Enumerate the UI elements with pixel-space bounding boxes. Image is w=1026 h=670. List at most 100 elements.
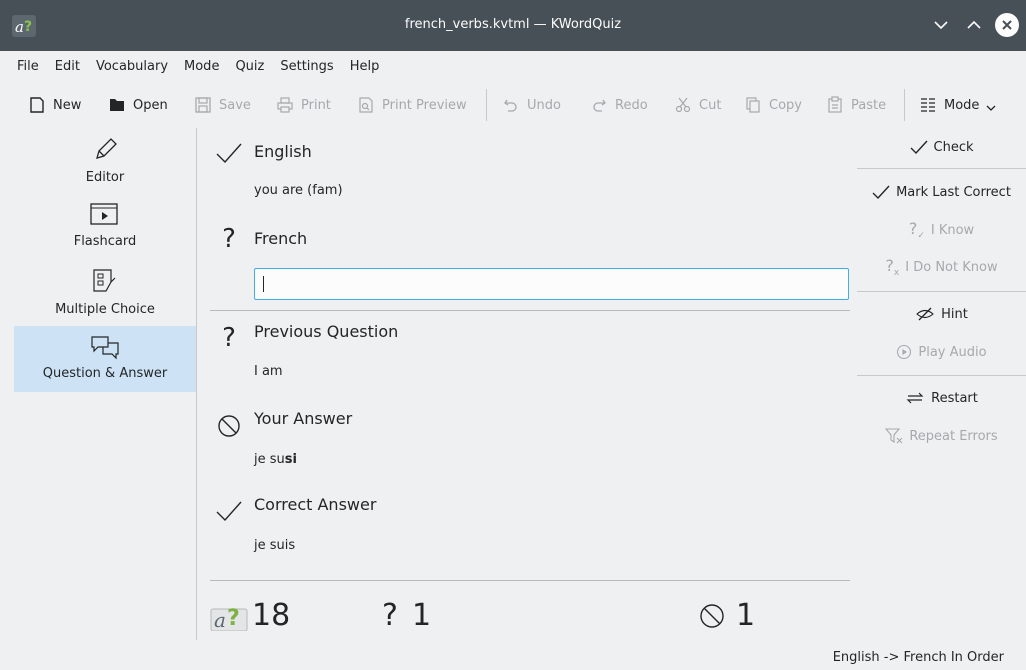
redo-button[interactable]: Redo <box>590 90 648 120</box>
cut-label: Cut <box>699 97 722 113</box>
hint-label: Hint <box>941 306 968 322</box>
undo-label: Undo <box>527 97 561 113</box>
text-caret <box>263 276 264 292</box>
eye-hidden-icon <box>916 307 934 321</box>
print-preview-icon <box>359 97 373 113</box>
i-do-not-know-label: I Do Not Know <box>905 259 998 275</box>
title-bar: a ? french_verbs.kvtml — KWordQuiz <box>0 0 1026 51</box>
i-do-not-know-button[interactable]: ?x I Do Not Know <box>857 252 1026 282</box>
question-language: English <box>254 142 312 161</box>
status-mode-text: English -> French In Order <box>832 650 1004 665</box>
sidebar-item-question-answer[interactable]: Question & Answer <box>14 326 196 392</box>
play-audio-label: Play Audio <box>918 344 987 360</box>
print-button[interactable]: Print <box>276 90 331 120</box>
chevron-down-icon <box>986 105 996 111</box>
question-mark-icon: ? <box>382 598 398 633</box>
sidebar-item-label: Editor <box>85 170 125 185</box>
checkmark-icon <box>214 138 244 168</box>
save-button[interactable]: Save <box>194 90 251 120</box>
main-toolbar: New Open Save Print Print Preview Undo R… <box>0 83 1026 127</box>
action-pane: Check Mark Last Correct ?✓ I Know ?x I D… <box>857 128 1026 448</box>
answer-language: French <box>254 229 308 248</box>
open-button[interactable]: Open <box>108 90 168 120</box>
menu-vocabulary[interactable]: Vocabulary <box>88 53 176 81</box>
chevron-down-icon <box>934 21 948 30</box>
sidebar-item-label: Question & Answer <box>42 366 168 381</box>
correct-answer-title: Correct Answer <box>254 495 377 514</box>
question-mark-icon: ? <box>222 224 236 254</box>
menu-quiz[interactable]: Quiz <box>227 53 272 81</box>
your-answer-title: Your Answer <box>254 409 353 428</box>
question-x-icon: ?x <box>885 255 900 279</box>
save-label: Save <box>219 97 251 113</box>
restart-label: Restart <box>931 390 978 406</box>
new-button[interactable]: New <box>28 90 81 120</box>
i-know-button[interactable]: ?✓ I Know <box>857 215 1026 245</box>
print-icon <box>277 97 293 113</box>
score-total: a ? 18 <box>210 598 290 633</box>
your-answer-correct-part: je su <box>254 452 285 467</box>
score-unanswered-value: 1 <box>411 598 432 633</box>
repeat-errors-button[interactable]: Repeat Errors <box>857 421 1026 451</box>
new-label: New <box>53 97 82 113</box>
mark-last-correct-label: Mark Last Correct <box>896 184 1011 200</box>
paste-button[interactable]: Paste <box>826 90 886 120</box>
sidebar-item-label: Flashcard <box>73 234 137 249</box>
sidebar-item-editor[interactable]: Editor <box>14 134 196 185</box>
question-mark-icon: ? <box>222 323 236 353</box>
mode-list-icon <box>921 98 935 112</box>
sidebar-item-multiple-choice[interactable]: Multiple Choice <box>14 268 196 317</box>
previous-question-text: I am <box>254 364 283 379</box>
filter-errors-icon <box>885 428 903 444</box>
save-icon <box>195 97 211 113</box>
correct-answer-text: je suis <box>254 538 296 553</box>
print-label: Print <box>301 97 331 113</box>
minimize-button[interactable] <box>929 13 953 37</box>
divider <box>857 291 1026 292</box>
menu-mode[interactable]: Mode <box>176 53 227 81</box>
restart-button[interactable]: Restart <box>857 383 1026 413</box>
print-preview-button[interactable]: Print Preview <box>357 90 467 120</box>
print-preview-label: Print Preview <box>382 97 467 113</box>
play-audio-button[interactable]: Play Audio <box>857 337 1026 367</box>
wrong-circle-icon <box>700 603 724 628</box>
mark-last-correct-button[interactable]: Mark Last Correct <box>857 177 1026 207</box>
menu-bar: File Edit Vocabulary Mode Quiz Settings … <box>0 51 1026 83</box>
answer-input[interactable] <box>254 268 849 300</box>
menu-file[interactable]: File <box>9 53 47 81</box>
sidebar-item-label: Multiple Choice <box>55 302 155 317</box>
maximize-button[interactable] <box>962 13 986 37</box>
copy-icon <box>746 97 760 113</box>
multiple-choice-icon <box>93 269 116 292</box>
window-title: french_verbs.kvtml — KWordQuiz <box>404 17 622 32</box>
copy-button[interactable]: Copy <box>744 90 802 120</box>
check-button[interactable]: Check <box>857 132 1026 162</box>
hint-button[interactable]: Hint <box>857 299 1026 329</box>
mode-sidebar: Editor Flashcard Multiple Choice Questio… <box>14 128 196 640</box>
repeat-errors-label: Repeat Errors <box>909 428 998 444</box>
undo-button[interactable]: Undo <box>502 90 561 120</box>
scissors-icon <box>675 97 691 113</box>
menu-settings[interactable]: Settings <box>272 53 341 81</box>
your-answer-wrong-part: si <box>284 452 297 467</box>
divider <box>210 310 850 311</box>
cut-button[interactable]: Cut <box>674 90 721 120</box>
svg-text:a: a <box>214 608 226 631</box>
svg-text:?: ? <box>227 606 240 631</box>
menu-edit[interactable]: Edit <box>47 53 88 81</box>
sidebar-divider <box>196 128 197 640</box>
chevron-up-icon <box>967 20 981 29</box>
wrong-circle-icon <box>214 411 244 441</box>
sidebar-item-flashcard[interactable]: Flashcard <box>14 202 196 249</box>
question-text: you are (fam) <box>254 183 343 198</box>
mode-button[interactable]: Mode <box>919 90 996 120</box>
checkmark-icon <box>910 140 928 154</box>
redo-icon <box>593 99 606 112</box>
paste-label: Paste <box>851 97 887 113</box>
kwordquiz-score-icon: a ? <box>210 606 248 631</box>
menu-help[interactable]: Help <box>342 53 388 81</box>
redo-label: Redo <box>615 97 648 113</box>
close-button[interactable] <box>995 13 1019 37</box>
flashcard-icon <box>90 203 118 225</box>
your-answer-text: je susi <box>254 452 297 467</box>
